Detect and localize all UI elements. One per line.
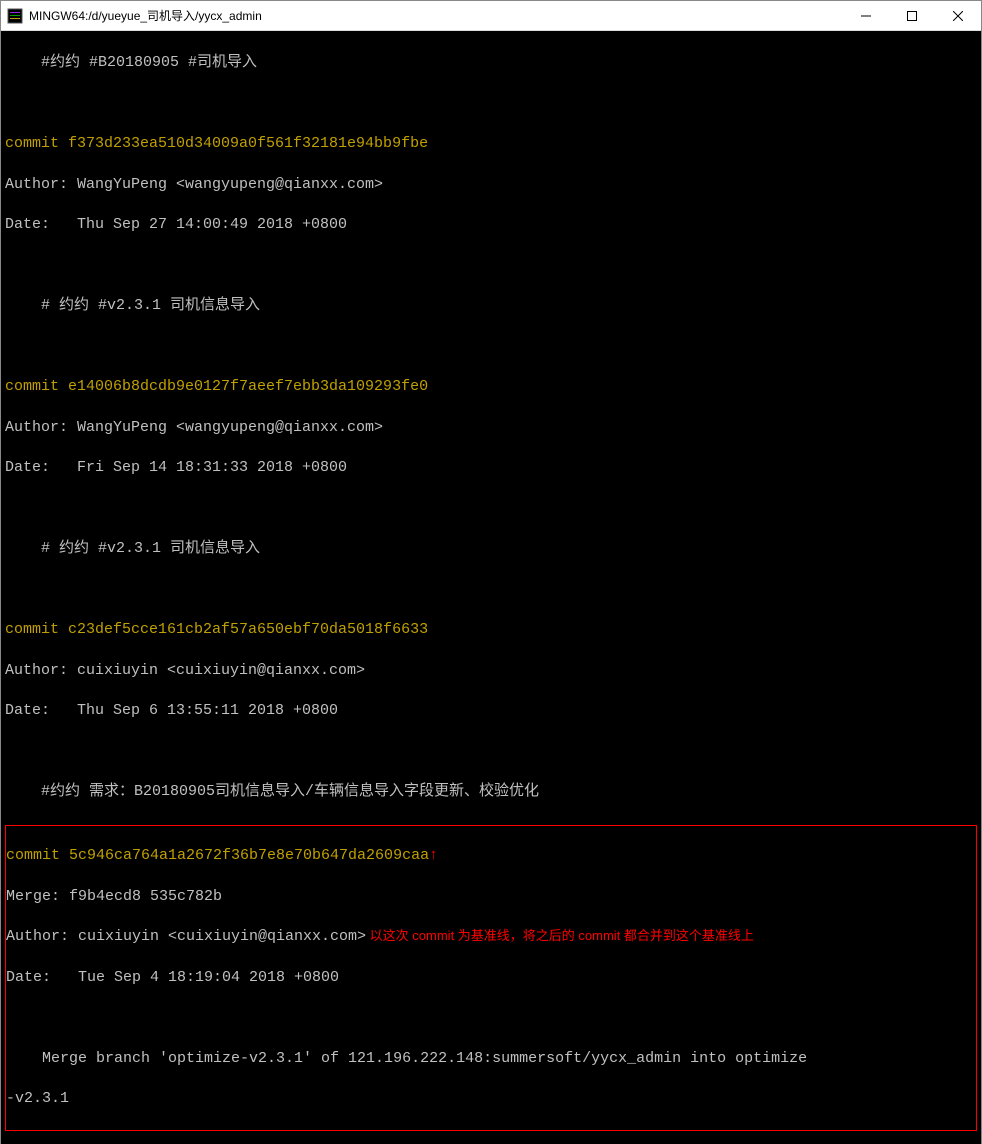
highlighted-commit-box: commit 5c946ca764a1a2672f36b7e8e70b647da… — [5, 825, 977, 1131]
message-line: # 约约 #v2.3.1 司机信息导入 — [5, 296, 977, 316]
commit-line: commit f373d233ea510d34009a0f561f32181e9… — [5, 134, 977, 154]
blank-line — [5, 337, 977, 357]
blank-line — [6, 1008, 976, 1028]
blank-line — [5, 742, 977, 762]
close-icon — [953, 11, 963, 21]
commit-line: commit 5c946ca764a1a2672f36b7e8e70b647da… — [6, 846, 976, 866]
terminal-body[interactable]: #约约 #B20180905 #司机导入 commit f373d233ea51… — [1, 31, 981, 1144]
titlebar[interactable]: MINGW64:/d/yueyue_司机导入/yycx_admin — [1, 1, 981, 31]
author-text: Author: cuixiuyin <cuixiuyin@qianxx.com> — [6, 928, 366, 945]
commit-hash: commit 5c946ca764a1a2672f36b7e8e70b647da… — [6, 847, 429, 864]
app-icon — [7, 8, 23, 24]
window-title: MINGW64:/d/yueyue_司机导入/yycx_admin — [29, 7, 843, 24]
annotation-text: 以这次 commit 为基准线，将之后的 commit 都合并到这个基准线上 — [366, 928, 754, 943]
commit-line: commit e14006b8dcdb9e0127f7aeef7ebb3da10… — [5, 377, 977, 397]
minimize-icon — [861, 11, 871, 21]
commit-line: commit c23def5cce161cb2af57a650ebf70da50… — [5, 620, 977, 640]
maximize-icon — [907, 11, 917, 21]
arrow-up-icon: ↑ — [429, 846, 438, 866]
date-line: Date: Tue Sep 4 18:19:04 2018 +0800 — [6, 968, 976, 988]
message-line: -v2.3.1 — [6, 1089, 976, 1109]
close-button[interactable] — [935, 1, 981, 31]
date-line: Date: Fri Sep 14 18:31:33 2018 +0800 — [5, 458, 977, 478]
blank-line — [5, 256, 977, 276]
minimize-button[interactable] — [843, 1, 889, 31]
app-window: MINGW64:/d/yueyue_司机导入/yycx_admin #约约 #B… — [0, 0, 982, 1144]
blank-line — [5, 580, 977, 600]
blank-line — [5, 94, 977, 114]
merge-line: Merge: f9b4ecd8 535c782b — [6, 887, 976, 907]
message-line: #约约 需求：B20180905司机信息导入/车辆信息导入字段更新、校验优化 — [5, 782, 977, 802]
message-line: Merge branch 'optimize-v2.3.1' of 121.19… — [6, 1049, 976, 1069]
blank-line — [5, 499, 977, 519]
maximize-button[interactable] — [889, 1, 935, 31]
author-line: Author: WangYuPeng <wangyupeng@qianxx.co… — [5, 418, 977, 438]
author-line: Author: WangYuPeng <wangyupeng@qianxx.co… — [5, 175, 977, 195]
author-line: Author: cuixiuyin <cuixiuyin@qianxx.com> — [5, 661, 977, 681]
message-line: # 约约 #v2.3.1 司机信息导入 — [5, 539, 977, 559]
author-line: Author: cuixiuyin <cuixiuyin@qianxx.com>… — [6, 927, 976, 947]
date-line: Date: Thu Sep 27 14:00:49 2018 +0800 — [5, 215, 977, 235]
log-line: #约约 #B20180905 #司机导入 — [5, 53, 977, 73]
date-line: Date: Thu Sep 6 13:55:11 2018 +0800 — [5, 701, 977, 721]
